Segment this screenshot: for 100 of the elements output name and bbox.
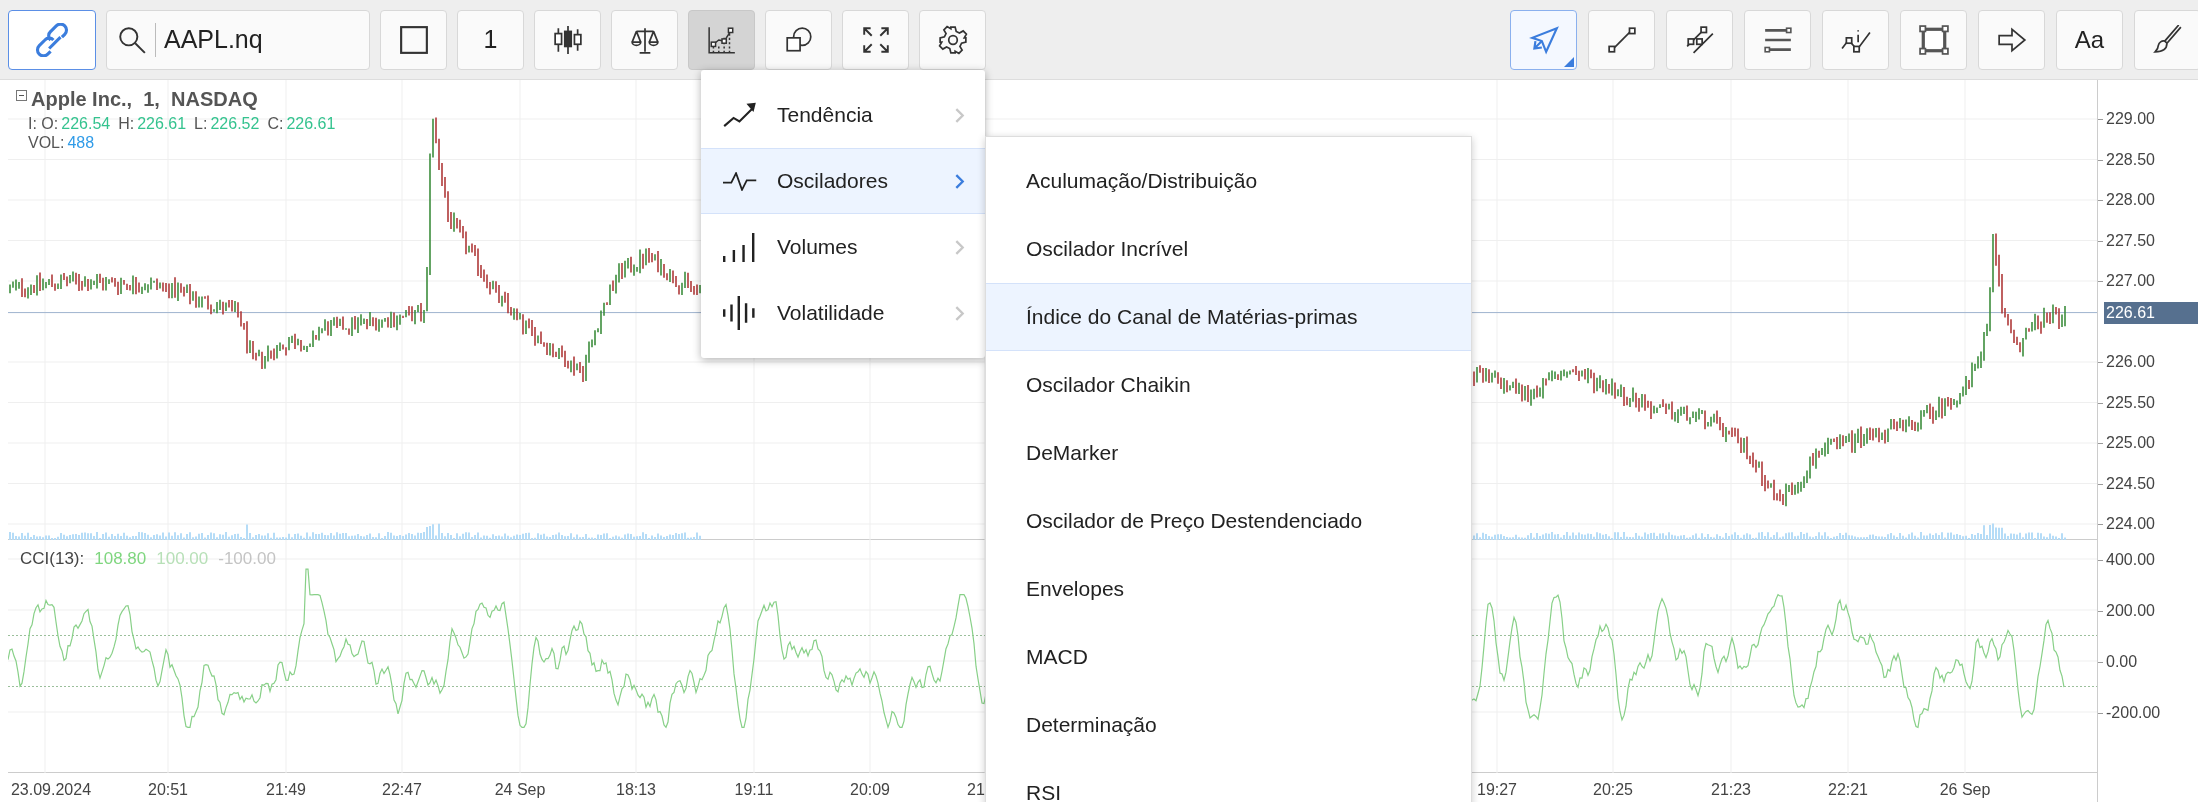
cci-scale-label: -200.00 [2106,703,2161,723]
time-label: 20:51 [148,780,188,800]
rectangle-icon [1918,24,1949,55]
cci-scale-label: 400.00 [2106,550,2155,570]
chevron-right-icon [954,172,965,190]
submenu-item[interactable]: MACD [986,623,1471,691]
path-info-tool-button[interactable] [1822,9,1889,70]
current-price-badge: 226.61 [2104,301,2198,324]
price-label: 228.50 [2106,149,2155,170]
cci-scale-label: 200.00 [2106,601,2155,621]
link-icon [35,22,69,57]
search-bar[interactable]: AAPL.nq [106,9,370,70]
ohlc-label: L: [194,114,208,133]
price-label: 224.00 [2106,514,2155,534]
price-label: 228.00 [2106,190,2155,210]
time-label: 18:13 [616,780,656,800]
ohlc-value: 226.54 [61,114,111,133]
candlestick-icon [552,24,583,55]
settings-button[interactable] [919,9,986,70]
price-label: 225.00 [2106,433,2155,453]
submenu-item[interactable]: Envelopes [986,555,1471,623]
settings-icon [937,24,968,55]
cci-scale-label: 0.00 [2106,652,2138,672]
submenu-item[interactable]: Oscilador de Preço Destendenciado [986,487,1471,555]
time-label: 23.09.2024 [10,780,92,800]
parallel-lines-icon [1684,24,1715,55]
shapes-icon [783,24,814,55]
submenu-item[interactable]: Índice do Canal de Matérias-primas [986,283,1471,351]
symbol-input[interactable]: AAPL.nq [164,20,354,59]
rectangle-tool-button[interactable] [1900,9,1967,70]
submenu-item[interactable]: Aculumação/Distribuição [986,147,1471,215]
indicator-chart-icon [706,24,737,55]
time-label: 20:25 [1593,780,1633,800]
line-tool-button[interactable] [1588,9,1655,70]
submenu-item[interactable]: Oscilador Chaikin [986,351,1471,419]
indicators-button[interactable] [688,9,755,70]
pointer-tool-button[interactable] [1510,9,1577,70]
indicator-value: -100.00 [218,548,276,570]
price-label: 227.50 [2106,230,2155,251]
trend-icon [723,101,757,129]
ohlc-value: 226.52 [210,114,260,133]
ohlc-value: 226.61 [137,114,187,133]
time-label: 22:47 [382,780,422,800]
compare-button[interactable] [611,9,678,70]
time-label: 22:21 [1828,780,1868,800]
submenu-item[interactable]: Oscilador Incrível [986,215,1471,283]
ohlc-value: 226.61 [286,114,336,133]
indicator-label: CCI(13): [20,548,85,570]
price-label: 224.50 [2106,473,2155,494]
fullscreen-icon [860,24,891,55]
chart-type-button[interactable] [380,9,447,70]
chevron-right-icon [954,238,965,256]
shapes-button[interactable] [765,9,832,70]
levels-icon [1762,24,1793,55]
fullscreen-button[interactable] [842,9,909,70]
menu-item[interactable]: Tendência [701,82,985,148]
indicator-value: 100.00 [156,548,209,570]
collapse-toggle[interactable] [16,89,27,101]
levels-tool-button[interactable] [1744,9,1811,70]
time-label: 19:11 [734,780,774,800]
time-label: 21:23 [1711,780,1751,800]
link-button[interactable] [8,9,96,70]
volume-label: VOL: [28,133,65,152]
interval-button[interactable]: 1 [457,9,524,70]
time-label: 24 Sep [494,780,546,800]
candles-button[interactable] [534,9,601,70]
price-label: 226.00 [2106,352,2155,372]
symbol-title: Apple Inc., 1, NASDAQ [31,87,258,112]
ohlc-label: H: [118,114,135,133]
volume-value: 488 [67,133,95,152]
time-label: 20:09 [850,780,890,800]
indicator-value: 108.80 [94,548,147,570]
submenu-item[interactable]: DeMarker [986,419,1471,487]
line-icon [1606,24,1637,55]
menu-item[interactable]: Volumes [701,214,985,280]
time-label: 19:27 [1477,780,1517,800]
search-icon [117,24,147,55]
chevron-right-icon [954,304,965,322]
text-tool-button[interactable]: Aa [2056,9,2123,70]
price-label: 229.00 [2106,109,2155,129]
parallel-tool-button[interactable] [1666,9,1733,70]
submenu-item[interactable]: RSI [986,759,1471,802]
price-label: 225.50 [2106,392,2155,413]
arrow-tool-button[interactable] [1978,9,2045,70]
brush-tool-button[interactable] [2134,9,2198,70]
time-label: 21 [967,780,985,800]
time-label: 26 Sep [1939,780,1991,800]
square-icon [398,24,429,55]
price-label: 227.00 [2106,271,2155,291]
menu-item[interactable]: Volatilidade [701,280,985,346]
volatility-bars-icon [723,296,757,330]
volume-bars-icon [723,232,757,262]
ohlc-label: I: O: [28,114,59,133]
chevron-right-icon [954,106,965,124]
menu-item[interactable]: Osciladores [701,148,985,214]
submenu-item[interactable]: Determinação [986,691,1471,759]
ohlc-label: C: [267,114,284,133]
pulse-wave-icon [723,171,757,191]
time-label: 21:49 [266,780,306,800]
brush-icon [2152,24,2183,55]
